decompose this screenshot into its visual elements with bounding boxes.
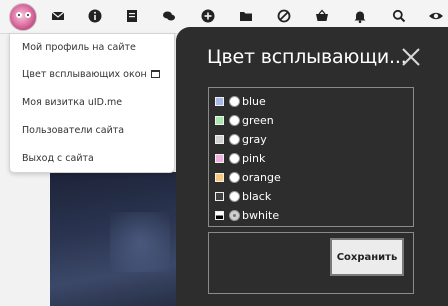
- color-options-group: blue green gray pink orange black bwhite: [208, 87, 414, 227]
- color-option-label: blue: [242, 94, 266, 108]
- color-option-label: bwhite: [242, 208, 280, 222]
- popup-color-dialog: Цвет всплывающи... blue green gray pink: [176, 27, 448, 306]
- popup-title: Цвет всплывающи...: [207, 46, 407, 68]
- color-option-label: orange: [242, 170, 281, 184]
- save-button[interactable]: Сохранить: [330, 238, 404, 276]
- info-icon[interactable]: [87, 8, 103, 24]
- search-icon[interactable]: [391, 8, 407, 24]
- color-option-pink[interactable]: pink: [215, 150, 265, 166]
- menu-item-logout[interactable]: Выход с сайта: [22, 153, 94, 164]
- radio-button[interactable]: [229, 152, 240, 164]
- chat-icon[interactable]: [161, 8, 177, 24]
- color-option-blue[interactable]: blue: [215, 93, 266, 109]
- color-swatch: [215, 134, 224, 144]
- radio-button-selected[interactable]: [229, 209, 240, 221]
- radio-button[interactable]: [229, 190, 240, 202]
- color-swatch: [215, 172, 224, 182]
- color-option-gray[interactable]: gray: [215, 131, 267, 147]
- user-avatar[interactable]: [9, 3, 37, 31]
- mail-icon[interactable]: [50, 8, 66, 24]
- radio-button[interactable]: [229, 171, 240, 183]
- color-option-bwhite[interactable]: bwhite: [215, 207, 279, 223]
- close-icon[interactable]: [401, 47, 421, 67]
- color-option-label: gray: [242, 132, 267, 146]
- color-swatch: [215, 191, 224, 201]
- color-swatch: [215, 96, 224, 106]
- window-icon: [150, 69, 160, 78]
- menu-item-label: Цвет всплывающих окон: [22, 69, 147, 80]
- color-option-orange[interactable]: orange: [215, 169, 281, 185]
- block-icon[interactable]: [276, 8, 292, 24]
- menu-item-label: Моя визитка uID.me: [22, 97, 123, 108]
- color-option-label: pink: [242, 151, 266, 165]
- radio-button[interactable]: [229, 95, 240, 107]
- color-option-green[interactable]: green: [215, 112, 274, 128]
- menu-item-popup-color[interactable]: Цвет всплывающих окон: [22, 69, 160, 80]
- color-swatch: [215, 115, 224, 125]
- color-option-label: black: [242, 189, 272, 203]
- eye-icon[interactable]: [428, 8, 444, 24]
- menu-item-uid-card[interactable]: Моя визитка uID.me: [22, 97, 122, 108]
- bell-icon[interactable]: [352, 8, 368, 24]
- document-icon[interactable]: [124, 8, 140, 24]
- color-swatch: [215, 153, 224, 163]
- menu-item-label: Мой профиль на сайте: [22, 42, 136, 53]
- color-swatch: [215, 210, 224, 220]
- menu-item-profile[interactable]: Мой профиль на сайте: [22, 42, 136, 53]
- folder-icon[interactable]: [238, 8, 254, 24]
- save-area: Сохранить: [208, 232, 414, 294]
- radio-button[interactable]: [229, 133, 240, 145]
- basket-icon[interactable]: [314, 8, 330, 24]
- menu-item-label: Выход с сайта: [22, 153, 94, 164]
- user-menu: Мой профиль на сайте Цвет всплывающих ок…: [9, 33, 175, 173]
- radio-button[interactable]: [229, 114, 240, 126]
- add-icon[interactable]: [200, 8, 216, 24]
- menu-item-label: Пользователи сайта: [22, 125, 125, 136]
- color-option-black[interactable]: black: [215, 188, 271, 204]
- menu-item-users[interactable]: Пользователи сайта: [22, 125, 124, 136]
- color-option-label: green: [242, 113, 274, 127]
